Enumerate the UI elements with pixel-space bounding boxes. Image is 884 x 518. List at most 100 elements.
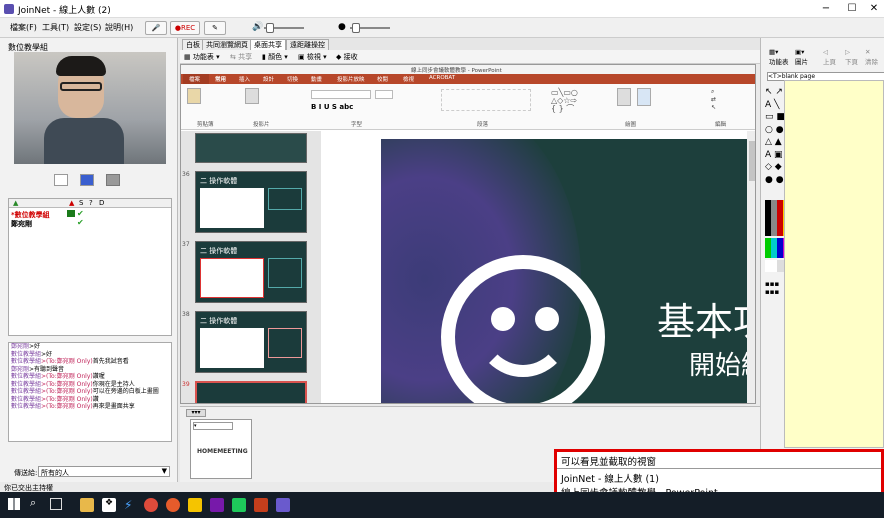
chat-line: 數位教學組>(To:鄭宛剛 Only)讚喔: [11, 373, 105, 380]
dropbox-icon[interactable]: ❖: [102, 498, 116, 512]
wb-image-button[interactable]: ▣▾ 圖片: [795, 48, 808, 66]
font-format-buttons[interactable]: B I U S abc: [311, 103, 353, 111]
windows-taskbar: ⌕ ❖ ⚡: [0, 492, 884, 518]
start-icon[interactable]: [8, 498, 20, 510]
ppt-tab-slideshow[interactable]: 投影片放映: [337, 75, 365, 83]
file-explorer-icon[interactable]: [80, 498, 94, 512]
mic-slider-thumb[interactable]: [352, 23, 360, 33]
chat-log: 鄭宛剛>好 數位教學組>好 數位教學組>(To:鄭宛剛 Only)首先我試音看 …: [8, 342, 172, 442]
send-to-label: 傳送給:: [14, 469, 38, 477]
ppt-scrollbar[interactable]: [747, 131, 755, 403]
menu-file[interactable]: 檔案(F): [10, 22, 37, 33]
shared-powerpoint-window[interactable]: 線上同步會議軟體教學 - PowerPoint 檔案 常用 插入 設計 切換 動…: [180, 64, 756, 404]
share-button[interactable]: ⇆ 共享: [230, 52, 252, 62]
onenote-icon[interactable]: [210, 498, 224, 512]
wb-prev-button[interactable]: ◁ 上頁: [823, 48, 836, 66]
menu-tools[interactable]: 工具(T): [42, 22, 69, 33]
firefox-icon[interactable]: [166, 498, 180, 512]
tab-row: 白板 共同瀏覽網頁 桌面共享 遠距離操控: [180, 38, 760, 50]
font-name-field[interactable]: [311, 90, 371, 99]
powerpoint-icon[interactable]: [254, 498, 268, 512]
paragraph-buttons[interactable]: [441, 89, 531, 111]
participant-user[interactable]: 鄭宛剛: [11, 219, 32, 229]
chat-line: 數位教學組>(To:鄭宛剛 Only)首先我試音看: [11, 358, 129, 365]
new-slide-icon[interactable]: [245, 88, 259, 104]
ppt-tab-design[interactable]: 設計: [263, 75, 274, 83]
ppt-tab-acrobat[interactable]: ACROBAT: [429, 75, 455, 81]
check-icon: ✔: [77, 209, 84, 218]
mic-button[interactable]: 🎤: [145, 21, 167, 35]
current-slide[interactable]: 基本功 開始編: [381, 139, 755, 403]
left-panel: 數位教學組 ▲ ▲ S ? D *數位教學組 ✔ 鄭宛剛 ✔ 鄭宛剛>好 數位教…: [0, 38, 178, 482]
ppt-title: 線上同步會議軟體教學 - PowerPoint: [411, 68, 502, 74]
share-menu-button[interactable]: ▦ 功能表 ▾: [184, 52, 220, 62]
ppt-tab-view[interactable]: 檢視: [403, 75, 414, 83]
ppt-tab-transitions[interactable]: 切換: [287, 75, 298, 83]
screen-mode-icon[interactable]: [80, 174, 94, 186]
ppt-tab-insert[interactable]: 插入: [239, 75, 250, 83]
volume-slider-thumb[interactable]: [266, 23, 274, 33]
ppt-tab-file[interactable]: 檔案: [189, 75, 200, 83]
visual-studio-icon[interactable]: ⚡: [124, 498, 138, 512]
chevron-down-icon: ▼: [161, 467, 167, 475]
menu-bar: 檔案(F) 工具(T) 設定(S) 說明(H) 🎤 ●REC ✎ 🔊 ●: [0, 18, 884, 38]
chat-line: 鄭宛剛>有聽到聲音: [11, 365, 65, 373]
close-button[interactable]: ✕: [860, 1, 884, 17]
slide-thumbnail[interactable]: [195, 133, 307, 163]
chat-line: 數位教學組>(To:鄭宛剛 Only)你現在是主持人: [11, 380, 135, 388]
editing-buttons[interactable]: ⌕ ⇄ ↖: [711, 88, 716, 112]
line-icon[interactable]: [232, 498, 246, 512]
joinnet-logo-icon: [4, 4, 14, 14]
sticky-notes-icon[interactable]: [188, 498, 202, 512]
ppt-tab-animations[interactable]: 動畫: [311, 75, 322, 83]
ppt-tab-review[interactable]: 校閱: [377, 75, 388, 83]
search-icon[interactable]: ⌕: [30, 496, 36, 510]
video-mode-icon[interactable]: [54, 174, 68, 186]
view-button[interactable]: ▣ 檢視 ▾: [298, 52, 327, 62]
receive-button[interactable]: ◆ 接收: [336, 52, 358, 62]
arrange-icon[interactable]: [617, 88, 631, 106]
grid-mode-icon[interactable]: [106, 174, 120, 186]
whiteboard-canvas[interactable]: [784, 80, 884, 448]
slide-thumbnail[interactable]: 二 操作軟體: [195, 171, 307, 233]
send-to-select[interactable]: 所有的人 ▼: [38, 466, 170, 477]
rec-button[interactable]: ●REC: [170, 21, 200, 35]
tab-cobrowse[interactable]: 共同瀏覽網頁: [202, 39, 252, 50]
chrome-icon[interactable]: [144, 498, 158, 512]
ppt-titlebar: 線上同步會議軟體教學 - PowerPoint: [181, 65, 755, 74]
wb-clear-button[interactable]: ✕ 清除: [865, 48, 878, 66]
tab-remote-control[interactable]: 遠距離操控: [286, 39, 329, 50]
pen-button[interactable]: ✎: [204, 21, 226, 35]
font-size-field[interactable]: [375, 90, 393, 99]
group-editing: 編輯: [715, 122, 727, 128]
shape-gallery[interactable]: ▭╲▭○ △◇☆⇨{ } ⌒: [551, 89, 611, 113]
popup-header: 可以看見並截取的視窗: [561, 457, 657, 468]
quick-styles-icon[interactable]: [637, 88, 651, 106]
slide-heading: 基本功: [657, 300, 755, 344]
task-view-icon[interactable]: [50, 498, 62, 510]
slide-thumbnail-selected[interactable]: [195, 381, 307, 403]
color-button[interactable]: ▮ 顏色 ▾: [262, 52, 288, 62]
popup-item-joinnet[interactable]: JoinNet - 線上人數 (1): [561, 471, 659, 485]
microphone-icon: ●: [338, 22, 346, 32]
joinnet-icon[interactable]: [276, 498, 290, 512]
chat-line: 數位教學組>(To:鄭宛剛 Only)可以在旁邊的白板上畫圖: [11, 388, 159, 395]
tab-whiteboard[interactable]: 白板: [182, 39, 204, 50]
menu-help[interactable]: 說明(H): [105, 22, 133, 33]
group-clipboard: 剪貼簿: [197, 122, 214, 128]
chat-line: 鄭宛剛>好: [11, 343, 41, 350]
header-d-icon: D: [99, 199, 105, 207]
strip-toggle-button[interactable]: ▾▾▾: [186, 409, 206, 417]
ppt-tab-home[interactable]: 常用: [215, 75, 226, 83]
slide-thumbnail[interactable]: 二 操作軟體: [195, 241, 307, 303]
tab-desktop-share[interactable]: 桌面共享: [250, 39, 286, 50]
page-thumbnail[interactable]: ▾ HOMEMEETING: [190, 419, 252, 479]
paste-icon[interactable]: [187, 88, 201, 104]
wb-menu-button[interactable]: ▦▾ 功能表: [769, 48, 789, 66]
slide-thumbnail[interactable]: 二 操作軟體: [195, 311, 307, 373]
wb-next-button[interactable]: ▷ 下頁: [845, 48, 858, 66]
menu-settings[interactable]: 設定(S): [74, 22, 101, 33]
page-select[interactable]: ▾: [193, 422, 233, 430]
minimize-button[interactable]: −: [812, 1, 840, 17]
participant-list: ▲ ▲ S ? D *數位教學組 ✔ 鄭宛剛 ✔: [8, 198, 172, 336]
